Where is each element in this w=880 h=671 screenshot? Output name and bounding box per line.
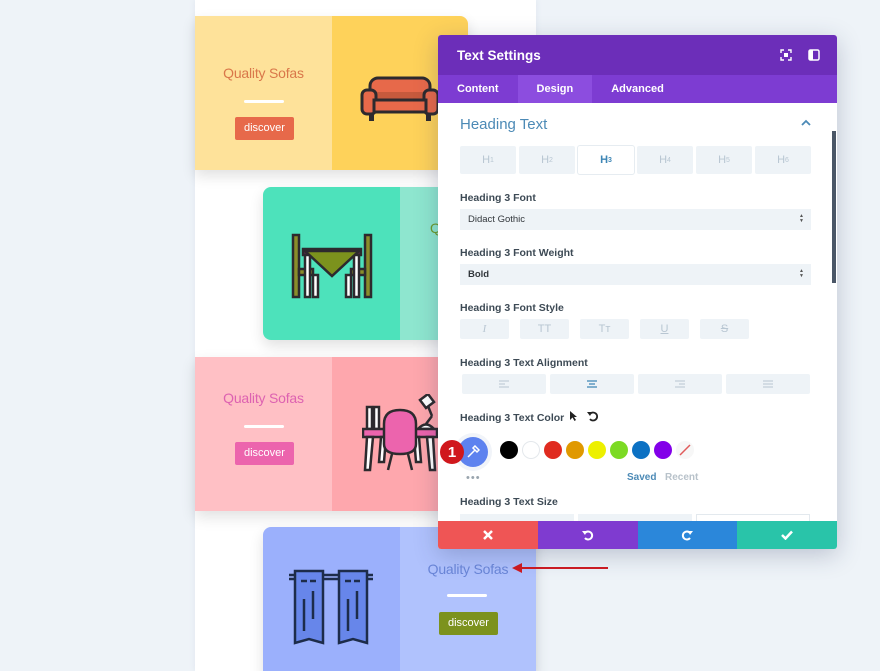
card-divider [447,594,487,597]
card-heading[interactable]: Quality Sofas [195,390,332,406]
text-size-input[interactable] [696,514,810,521]
text-settings-modal: Text Settings Content Design Advanced He… [438,35,837,549]
small-caps-button[interactable]: Tт [580,319,629,339]
reset-icon[interactable] [587,410,599,422]
cancel-button[interactable] [438,521,538,549]
modal-title: Text Settings [457,47,541,63]
swatch-orange[interactable] [566,441,584,459]
card-divider [244,425,284,428]
curtains-icon [289,569,373,645]
redo-button[interactable] [637,521,738,549]
save-button[interactable] [737,521,837,549]
desk-chair-icon [362,394,438,472]
swatch-black[interactable] [500,441,518,459]
section-title[interactable]: Heading Text [460,116,547,133]
text-alignment-selector [462,374,810,394]
step-badge: 1 [440,440,464,464]
modal-header[interactable]: Text Settings [438,35,837,75]
undo-button[interactable] [537,521,638,549]
heading-level-h5[interactable]: H5 [696,146,752,174]
font-select-value: Didact Gothic [468,214,526,225]
select-arrows-icon: ▲ ▼ [799,268,804,279]
font-weight-select[interactable]: Bold ▲ ▼ [460,264,811,285]
heading-level-h2[interactable]: H2 [519,146,575,174]
card-image-panel [263,527,400,671]
align-justify-button[interactable] [726,374,810,394]
undo-icon [581,530,593,541]
recent-colors-tab[interactable]: Recent [665,472,698,483]
swatch-red[interactable] [544,441,562,459]
uppercase-button[interactable]: TT [520,319,569,339]
discover-button[interactable]: discover [235,117,294,140]
fullscreen-icon[interactable] [779,48,793,62]
align-justify-icon [763,380,773,388]
saved-colors-tab[interactable]: Saved [627,472,656,483]
text-color-label: Heading 3 Text Color [460,412,565,424]
heading-level-selector: H1 H2 H3 H4 H5 H6 [460,146,811,174]
card-heading[interactable]: Quality Sofas [195,65,332,81]
align-center-button[interactable] [550,374,634,394]
split-view-icon[interactable] [807,48,821,62]
scrollbar[interactable] [832,131,836,283]
heading-level-h3[interactable]: H3 [578,146,634,174]
no-color-icon [679,444,691,456]
discover-button[interactable]: discover [439,612,498,635]
strikethrough-button[interactable]: S [700,319,749,339]
heading-level-h4[interactable]: H4 [637,146,693,174]
font-style-label: Heading 3 Font Style [460,302,564,314]
font-select[interactable]: Didact Gothic ▲ ▼ [460,209,811,230]
modal-tabs: Content Design Advanced [438,75,837,103]
text-size-controls [460,514,810,521]
text-size-label: Heading 3 Text Size [460,496,558,508]
card-image-panel [263,187,400,340]
cursor-icon [570,411,577,421]
discover-button[interactable]: discover [235,442,294,465]
font-style-selector: I TT Tт U S [460,319,749,339]
tab-design[interactable]: Design [517,75,593,103]
swatch-purple[interactable] [654,441,672,459]
select-arrows-icon: ▲ ▼ [799,213,804,224]
align-left-button[interactable] [462,374,546,394]
align-left-icon [499,380,509,388]
italic-button[interactable]: I [460,319,509,339]
swatch-green[interactable] [610,441,628,459]
text-size-slider[interactable] [460,514,574,521]
align-right-icon [675,380,685,388]
swatch-white[interactable] [522,441,540,459]
underline-button[interactable]: U [640,319,689,339]
heading-level-h1[interactable]: H1 [460,146,516,174]
swatch-transparent[interactable] [676,441,694,459]
checkmark-icon [781,530,794,540]
text-size-device[interactable] [578,514,692,521]
swatch-yellow[interactable] [588,441,606,459]
eyedropper-icon [467,445,480,458]
modal-body: Heading Text H1 H2 H3 H4 H5 H6 Heading 3… [438,103,837,521]
font-weight-label: Heading 3 Font Weight [460,247,574,259]
tab-content[interactable]: Content [438,75,518,103]
tab-advanced[interactable]: Advanced [592,75,683,103]
swatch-blue[interactable] [632,441,650,459]
card-text-panel: Quality Sofas discover [195,357,332,511]
chevron-up-icon[interactable] [800,117,812,129]
heading-level-h6[interactable]: H6 [755,146,811,174]
text-alignment-label: Heading 3 Text Alignment [460,357,588,369]
redo-icon [682,530,694,541]
feature-card-sofas: Quality Sofas discover [195,16,468,170]
card-divider [244,100,284,103]
align-right-button[interactable] [638,374,722,394]
close-icon [482,530,493,540]
align-center-icon [587,380,597,388]
dining-table-icon [291,233,373,299]
color-swatches [500,441,694,459]
more-options-icon[interactable]: ••• [466,472,481,484]
annotation-arrow [512,563,608,573]
modal-footer [438,521,837,549]
feature-card-desk: Quality Sofas discover [195,357,468,511]
font-weight-select-value: Bold [468,269,490,280]
card-text-panel: Quality Sofas discover [195,16,332,170]
font-label: Heading 3 Font [460,192,536,204]
sofa-icon [360,76,440,121]
